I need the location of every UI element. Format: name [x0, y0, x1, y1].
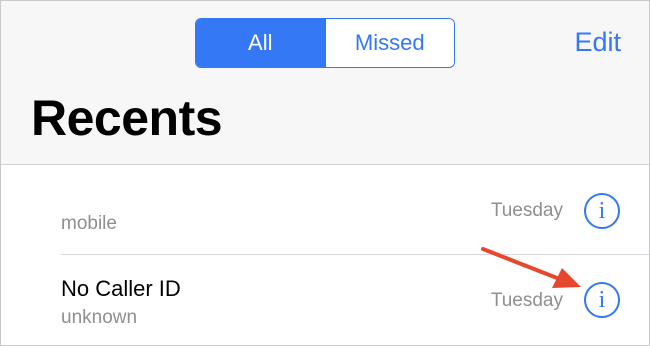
caller-name: No Caller ID	[61, 276, 181, 301]
segment-all[interactable]: All	[196, 19, 325, 67]
navigation-header: All Missed Edit Recents	[1, 1, 649, 165]
segment-missed[interactable]: Missed	[324, 19, 454, 67]
filter-segmented-control: All Missed	[195, 18, 455, 68]
row-divider	[61, 254, 649, 255]
call-row[interactable]: No Caller ID unknown Tuesday i	[1, 256, 649, 345]
call-type-label: unknown	[61, 307, 138, 328]
call-row[interactable]: mobile Tuesday i	[1, 165, 649, 255]
call-time: Tuesday	[490, 200, 563, 221]
phone-recents-screen: All Missed Edit Recents mobile Tuesday i…	[0, 0, 650, 346]
call-time: Tuesday	[490, 290, 563, 311]
page-title: Recents	[31, 90, 223, 146]
edit-button[interactable]: Edit	[574, 27, 621, 58]
call-type-label: mobile	[61, 213, 117, 234]
info-icon[interactable]: i	[584, 193, 620, 229]
info-icon[interactable]: i	[584, 282, 620, 318]
